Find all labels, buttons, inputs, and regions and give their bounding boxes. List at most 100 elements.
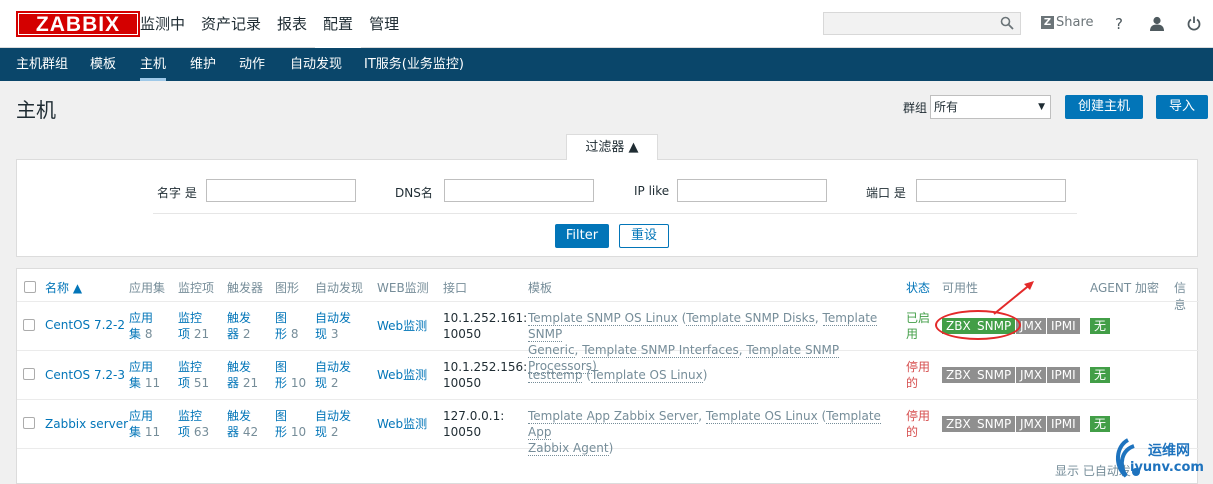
discovery-link[interactable]: 自动发现 3 bbox=[315, 310, 351, 342]
port-filter-input[interactable] bbox=[916, 179, 1066, 202]
search-input[interactable] bbox=[823, 12, 1021, 35]
import-button[interactable]: 导入 bbox=[1156, 95, 1208, 119]
host-name-link[interactable]: CentOS 7.2-2 bbox=[45, 317, 125, 333]
triggers-link[interactable]: 触发器 42 bbox=[227, 408, 258, 440]
share-link[interactable]: Z Share bbox=[1041, 15, 1094, 30]
template-link[interactable]: Template SNMP Interfaces bbox=[582, 343, 739, 358]
header-items: 监控项 bbox=[178, 281, 215, 295]
web-monitoring-link[interactable]: Web监测 bbox=[377, 318, 427, 334]
zbx-availability-tag: ZBX bbox=[942, 367, 975, 383]
items-link[interactable]: 监控项 51 bbox=[178, 359, 209, 391]
help-icon[interactable]: ? bbox=[1115, 15, 1123, 33]
row-checkbox[interactable] bbox=[23, 319, 35, 331]
template-link[interactable]: Template OS Linux bbox=[590, 368, 703, 383]
applications-link[interactable]: 应用集 8 bbox=[129, 310, 153, 342]
header-graphs: 图形 bbox=[275, 281, 300, 295]
web-monitoring-link[interactable]: Web监测 bbox=[377, 416, 427, 432]
create-host-button[interactable]: 创建主机 bbox=[1065, 95, 1143, 119]
status-disabled-link[interactable]: 停用的 bbox=[906, 408, 930, 440]
menu-inventory[interactable]: 资产记录 bbox=[193, 0, 269, 48]
agent-encryption-none-tag: 无 bbox=[1090, 367, 1111, 383]
template-list: Template SNMP OS Linux (Template SNMP Di… bbox=[528, 311, 878, 374]
header-applications: 应用集 bbox=[129, 281, 166, 295]
applications-link[interactable]: 应用集 11 bbox=[129, 359, 160, 391]
menu-configuration[interactable]: 配置 bbox=[315, 0, 362, 48]
menu-monitoring[interactable]: 监测中 bbox=[132, 0, 193, 48]
graphs-link[interactable]: 图形 10 bbox=[275, 408, 306, 440]
interface-address: 10.1.252.156: 10050 bbox=[443, 360, 528, 390]
template-link[interactable]: Zabbix Agent bbox=[528, 441, 609, 456]
template-link[interactable]: Template App Zabbix Server bbox=[528, 409, 699, 424]
ip-filter-label: IP like bbox=[634, 184, 670, 198]
zabbix-share-icon: Z bbox=[1041, 16, 1054, 29]
filter-apply-button[interactable]: Filter bbox=[555, 224, 609, 248]
main-menu: 监测中 资产记录 报表 配置 管理 bbox=[132, 0, 407, 48]
search-icon[interactable] bbox=[1000, 16, 1014, 30]
filter-tab[interactable]: 过滤器 ▲ bbox=[566, 134, 658, 160]
group-label: 群组 bbox=[903, 101, 928, 115]
group-select[interactable]: 所有 ▼ bbox=[930, 95, 1051, 119]
interface-address: 10.1.252.161: 10050 bbox=[443, 311, 528, 341]
logout-icon[interactable] bbox=[1187, 16, 1201, 31]
template-list: testtemp (Template OS Linux) bbox=[528, 368, 708, 383]
zbx-availability-tag: ZBX bbox=[942, 416, 975, 432]
submenu-maintenance[interactable]: 维护 bbox=[190, 48, 216, 81]
snmp-availability-tag: SNMP bbox=[973, 416, 1016, 432]
triggers-link[interactable]: 触发器 2 bbox=[227, 310, 251, 342]
submenu-hosts[interactable]: 主机 bbox=[140, 48, 167, 81]
sub-menu: 主机群组 模板 主机 维护 动作 自动发现 IT服务(业务监控) bbox=[0, 48, 1213, 81]
header-status[interactable]: 状态 bbox=[906, 279, 930, 296]
header-triggers: 触发器 bbox=[227, 281, 264, 295]
menu-administration[interactable]: 管理 bbox=[361, 0, 407, 48]
name-filter-input[interactable] bbox=[206, 179, 356, 202]
submenu-it-services[interactable]: IT服务(业务监控) bbox=[364, 48, 464, 81]
submenu-host-groups[interactable]: 主机群组 bbox=[16, 48, 68, 81]
items-link[interactable]: 监控项 21 bbox=[178, 310, 209, 342]
filter-divider bbox=[153, 213, 1077, 214]
filter-reset-button[interactable]: 重设 bbox=[619, 224, 669, 248]
header-templates: 模板 bbox=[528, 281, 553, 295]
annotation-arrow-icon bbox=[993, 281, 1034, 315]
header-name[interactable]: 名称 ▲ bbox=[45, 279, 82, 296]
ipmi-availability-tag: IPMI bbox=[1047, 367, 1080, 383]
host-name-link[interactable]: CentOS 7.2-3 bbox=[45, 367, 125, 383]
dns-filter-input[interactable] bbox=[444, 179, 594, 202]
web-monitoring-link[interactable]: Web监测 bbox=[377, 367, 427, 383]
header-agent-encryption: AGENT 加密 bbox=[1090, 281, 1160, 295]
graphs-link[interactable]: 图形 8 bbox=[275, 310, 298, 342]
applications-link[interactable]: 应用集 11 bbox=[129, 408, 160, 440]
template-link[interactable]: Template SNMP OS Linux bbox=[528, 311, 678, 326]
template-link[interactable]: testtemp bbox=[528, 368, 583, 383]
filter-panel: 名字 是 DNS名 IP like 端口 是 Filter 重设 bbox=[16, 159, 1198, 257]
template-link[interactable]: Template SNMP Disks bbox=[686, 311, 815, 326]
triggers-link[interactable]: 触发器 21 bbox=[227, 359, 258, 391]
template-link[interactable]: Template OS Linux bbox=[705, 409, 818, 424]
header-web: WEB监测 bbox=[377, 281, 429, 295]
jmx-availability-tag: JMX bbox=[1016, 416, 1047, 432]
header-discovery: 自动发现 bbox=[315, 281, 364, 295]
header-info: 信息 bbox=[1174, 281, 1187, 312]
row-checkbox[interactable] bbox=[23, 368, 35, 380]
zabbix-logo[interactable]: ZABBIX bbox=[16, 11, 140, 37]
agent-encryption-none-tag: 无 bbox=[1090, 416, 1111, 432]
items-link[interactable]: 监控项 63 bbox=[178, 408, 209, 440]
discovery-link[interactable]: 自动发现 2 bbox=[315, 408, 351, 440]
submenu-discovery[interactable]: 自动发现 bbox=[290, 48, 342, 81]
chevron-down-icon: ▼ bbox=[1038, 102, 1045, 112]
menu-reports[interactable]: 报表 bbox=[269, 0, 315, 48]
ipmi-availability-tag: IPMI bbox=[1047, 318, 1080, 334]
host-name-link[interactable]: Zabbix server bbox=[45, 416, 128, 432]
select-all-checkbox[interactable] bbox=[24, 281, 36, 293]
row-checkbox[interactable] bbox=[23, 417, 35, 429]
name-filter-label: 名字 是 bbox=[157, 186, 197, 200]
graphs-link[interactable]: 图形 10 bbox=[275, 359, 306, 391]
user-profile-icon[interactable] bbox=[1150, 16, 1164, 31]
template-link[interactable]: Generic bbox=[528, 343, 575, 358]
port-filter-label: 端口 是 bbox=[866, 186, 906, 200]
submenu-actions[interactable]: 动作 bbox=[239, 48, 265, 81]
status-disabled-link[interactable]: 停用的 bbox=[906, 359, 930, 391]
ip-filter-input[interactable] bbox=[677, 179, 827, 202]
discovery-link[interactable]: 自动发现 2 bbox=[315, 359, 351, 391]
status-enabled-link[interactable]: 已启用 bbox=[906, 310, 930, 342]
submenu-templates[interactable]: 模板 bbox=[90, 48, 116, 81]
